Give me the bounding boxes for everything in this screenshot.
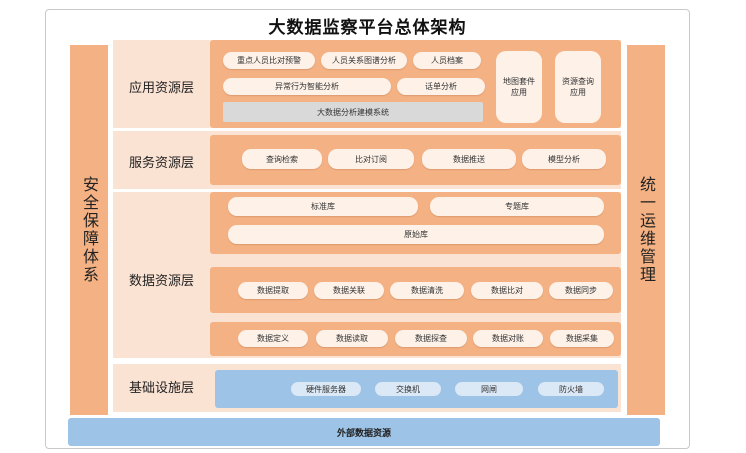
service-item: 查询检索 [242,149,322,169]
data-layer: 数据资源层 标准库 专题库 原始库 数据提取 数据关联 数据清洗 数据比对 数据… [113,192,621,358]
process-item: 数据关联 [314,282,384,299]
library-item: 原始库 [228,225,604,244]
access-item: 数据对账 [473,330,543,347]
modeling-system-bar: 大数据分析建模系统 [223,102,483,122]
app-item: 人员关系图谱分析 [321,52,407,69]
data-library-panel: 标准库 专题库 原始库 [210,192,621,254]
app-item: 异常行为智能分析 [223,78,391,95]
security-system-label: 安全保障体系 [80,176,99,284]
ops-management-label: 统一运维管理 [637,176,656,284]
app-item: 重点人员比对预警 [223,52,315,69]
access-item: 数据读取 [316,330,388,347]
external-data-bar: 外部数据资源 [68,418,660,446]
service-item: 数据推送 [422,149,516,169]
application-layer-label: 应用资源层 [128,81,194,96]
app-item: 人员档案 [413,52,481,69]
diagram-title: 大数据监察平台总体架构 [268,18,467,38]
library-item: 标准库 [228,197,418,216]
process-item: 数据清洗 [390,282,464,299]
map-suite-app: 地图套件应用 [496,51,542,123]
data-access-panel: 数据定义 数据读取 数据探查 数据对账 数据采集 [210,322,621,356]
app-item: 话单分析 [397,78,485,95]
service-layer: 服务资源层 查询检索 比对订阅 数据推送 模型分析 [113,131,621,189]
security-system-column: 安全保障体系 [70,45,108,415]
process-item: 数据提取 [238,282,308,299]
application-panel: 重点人员比对预警 人员关系图谱分析 人员档案 异常行为智能分析 话单分析 大数据… [210,40,621,128]
process-item: 数据比对 [471,282,543,299]
data-process-panel: 数据提取 数据关联 数据清洗 数据比对 数据同步 [210,267,621,313]
data-layer-label: 数据资源层 [128,274,194,289]
application-layer: 应用资源层 重点人员比对预警 人员关系图谱分析 人员档案 异常行为智能分析 话单… [113,40,621,128]
infra-item: 硬件服务器 [291,382,361,396]
ops-management-column: 统一运维管理 [627,45,665,415]
library-item: 专题库 [430,197,604,216]
infra-item: 防火墙 [538,382,604,396]
service-item: 比对订阅 [328,149,414,169]
infrastructure-panel: 硬件服务器 交换机 网闸 防火墙 [215,370,618,408]
infrastructure-layer-label: 基础设施层 [128,381,194,396]
infra-item: 交换机 [375,382,441,396]
infrastructure-layer: 基础设施层 硬件服务器 交换机 网闸 防火墙 [113,364,621,412]
service-panel: 查询检索 比对订阅 数据推送 模型分析 [210,135,621,185]
resource-query-app: 资源查询应用 [555,51,601,123]
access-item: 数据采集 [550,330,614,347]
infra-item: 网闸 [455,382,523,396]
access-item: 数据探查 [395,330,467,347]
service-item: 模型分析 [522,149,606,169]
service-layer-label: 服务资源层 [128,156,194,171]
process-item: 数据同步 [549,282,613,299]
access-item: 数据定义 [238,330,308,347]
